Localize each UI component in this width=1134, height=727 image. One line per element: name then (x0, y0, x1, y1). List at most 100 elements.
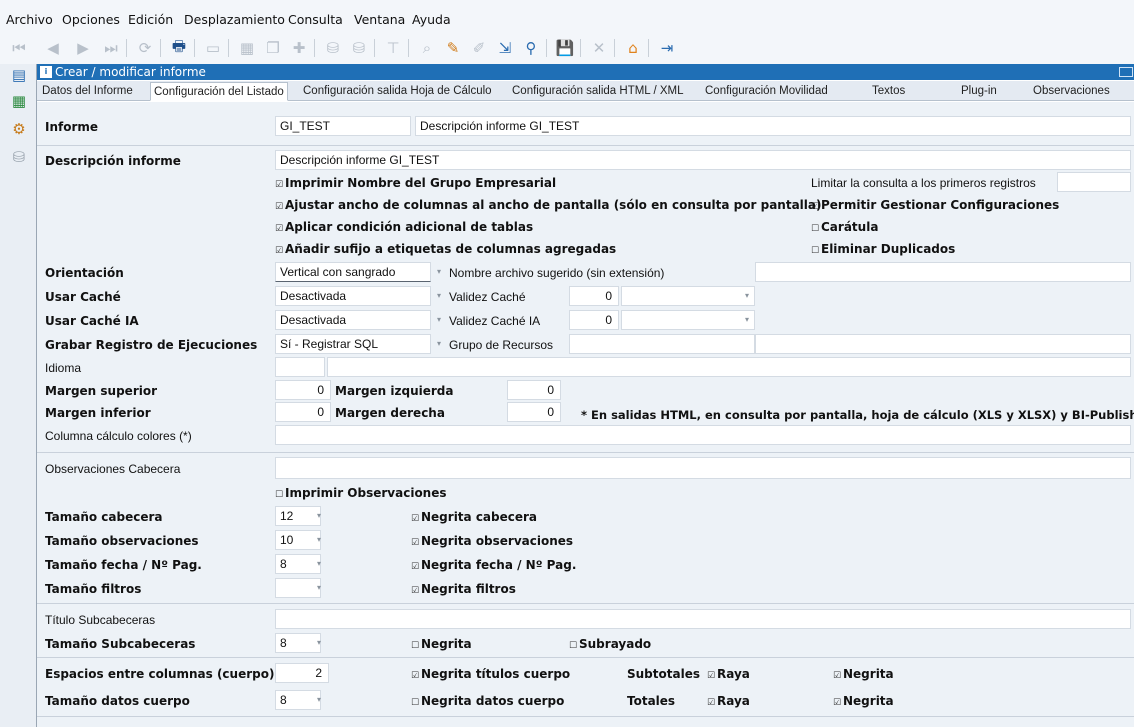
validez-cache-ia-unit-select[interactable] (621, 310, 755, 330)
limitar-field[interactable] (1057, 172, 1131, 192)
margen-inferior-field[interactable]: 0 (275, 402, 331, 422)
tamano-fecha-dropdown-icon[interactable]: ▾ (313, 554, 325, 574)
idioma-code-field[interactable] (275, 357, 325, 377)
menu-consulta[interactable]: Consulta (288, 12, 343, 27)
caratula-checkbox[interactable]: ☐ Carátula (811, 220, 878, 234)
tab-html-xml[interactable]: Configuración salida HTML / XML (512, 82, 684, 101)
descripcion-field[interactable]: Descripción informe GI_TEST (275, 150, 1131, 170)
next-record-icon[interactable]: ▶ (72, 37, 94, 59)
tamano-datos-dropdown-icon[interactable]: ▾ (313, 690, 325, 710)
database-alt-icon[interactable]: ⛁ (348, 37, 370, 59)
imprimir-nombre-checkbox[interactable]: ☑ Imprimir Nombre del Grupo Empresarial (275, 176, 556, 190)
informe-desc-field[interactable]: Descripción informe GI_TEST (415, 116, 1131, 136)
ajustar-checkbox[interactable]: ☑ Ajustar ancho de columnas al ancho de p… (275, 198, 821, 212)
aplicar-checkbox[interactable]: ☑ Aplicar condición adicional de tablas (275, 220, 533, 234)
pencil-icon[interactable]: ✎ (442, 37, 464, 59)
grabar-select[interactable]: Sí - Registrar SQL (275, 334, 431, 354)
obs-cabecera-field[interactable] (275, 457, 1131, 479)
exit-icon[interactable]: ⇥ (656, 37, 678, 59)
titulo-subcab-field[interactable] (275, 609, 1131, 629)
cache-ia-select[interactable]: Desactivada (275, 310, 431, 330)
search-icon[interactable]: ⌕ (416, 37, 438, 59)
recursos-desc-field[interactable] (755, 334, 1131, 354)
negrita-datos-checkbox[interactable]: ☐ Negrita datos cuerpo (411, 694, 564, 708)
menu-edicion[interactable]: Edición (128, 12, 173, 27)
tab-observaciones[interactable]: Observaciones (1033, 82, 1110, 101)
menu-opciones[interactable]: Opciones (62, 12, 120, 27)
validez-cache-unit-select[interactable] (621, 286, 755, 306)
copy-icon[interactable]: ❐ (262, 37, 284, 59)
cache-select[interactable]: Desactivada (275, 286, 431, 306)
menu-archivo[interactable]: Archivo (6, 12, 53, 27)
tab-configuracion-listado[interactable]: Configuración del Listado (150, 82, 288, 101)
grabar-dropdown-icon[interactable]: ▾ (433, 334, 445, 354)
totales-raya-checkbox[interactable]: ☑ Raya (707, 694, 750, 708)
menu-ayuda[interactable]: Ayuda (412, 12, 451, 27)
tab-hoja-calculo[interactable]: Configuración salida Hoja de Cálculo (303, 82, 492, 101)
eliminar-checkbox[interactable]: ☐ Eliminar Duplicados (811, 242, 955, 256)
first-record-icon[interactable]: ⏮ (8, 37, 30, 59)
idioma-desc-field[interactable] (327, 357, 1131, 377)
window-icon[interactable]: ▭ (202, 37, 224, 59)
validez-cache-field[interactable]: 0 (569, 286, 619, 306)
validez-cache-ia-dropdown-icon[interactable]: ▾ (741, 310, 753, 330)
tab-movilidad[interactable]: Configuración Movilidad (705, 82, 828, 101)
subrayado-subcab-checkbox[interactable]: ☐ Subrayado (569, 637, 651, 651)
database-icon[interactable]: ⛁ (322, 37, 344, 59)
menu-desplazamiento[interactable]: Desplazamiento (184, 12, 285, 27)
save-icon[interactable]: 💾 (554, 37, 576, 59)
tab-plugin[interactable]: Plug-in (961, 82, 997, 101)
home-icon[interactable]: ⌂ (622, 37, 644, 59)
zoom-icon[interactable]: ⚲ (520, 37, 542, 59)
tamano-subcab-dropdown-icon[interactable]: ▾ (313, 633, 325, 653)
negrita-obs-checkbox[interactable]: ☑ Negrita observaciones (411, 534, 573, 548)
negrita-titulos-checkbox[interactable]: ☑ Negrita títulos cuerpo (411, 667, 570, 681)
cache-ia-dropdown-icon[interactable]: ▾ (433, 310, 445, 330)
subtotales-raya-checkbox[interactable]: ☑ Raya (707, 667, 750, 681)
grid-icon[interactable]: ▦ (8, 90, 30, 112)
refresh-icon[interactable]: ⟳ (134, 37, 156, 59)
negrita-filtros-checkbox[interactable]: ☑ Negrita filtros (411, 582, 516, 596)
cache-dropdown-icon[interactable]: ▾ (433, 286, 445, 306)
tab-textos[interactable]: Textos (872, 82, 905, 101)
negrita-fecha-checkbox[interactable]: ☑ Negrita fecha / Nº Pag. (411, 558, 576, 572)
validez-cache-dropdown-icon[interactable]: ▾ (741, 286, 753, 306)
espacios-field[interactable]: 2 (275, 663, 329, 683)
margen-superior-field[interactable]: 0 (275, 380, 331, 400)
negrita-subcab-checkbox[interactable]: ☐ Negrita (411, 637, 472, 651)
export-doc-icon[interactable]: ▤ (8, 64, 30, 86)
delete-icon[interactable]: ✕ (588, 37, 610, 59)
orientacion-select[interactable]: Vertical con sangrado (275, 262, 431, 282)
print-icon[interactable]: 🖶 (168, 37, 190, 59)
link-icon[interactable]: ✐ (468, 37, 490, 59)
add-icon[interactable]: ✚ (288, 37, 310, 59)
negrita-cabecera-checkbox[interactable]: ☑ Negrita cabecera (411, 510, 537, 524)
colores-field[interactable] (275, 425, 1131, 445)
gears-icon[interactable]: ⚙ (8, 118, 30, 140)
subtotales-negrita-checkbox[interactable]: ☑ Negrita (833, 667, 894, 681)
menu-ventana[interactable]: Ventana (354, 12, 405, 27)
margen-superior-label: Margen superior (45, 384, 158, 398)
orientacion-dropdown-icon[interactable]: ▾ (433, 262, 445, 282)
informe-code-field[interactable]: GI_TEST (275, 116, 411, 136)
validez-cache-ia-field[interactable]: 0 (569, 310, 619, 330)
anadir-checkbox[interactable]: ☑ Añadir sufijo a etiquetas de columnas a… (275, 242, 616, 256)
archivo-field[interactable] (755, 262, 1131, 282)
recursos-code-field[interactable] (569, 334, 755, 354)
tamano-obs-dropdown-icon[interactable]: ▾ (313, 530, 325, 550)
last-record-icon[interactable]: ⏭ (100, 37, 122, 59)
previous-record-icon[interactable]: ◀ (42, 37, 64, 59)
imprimir-obs-checkbox[interactable]: ☐ Imprimir Observaciones (275, 486, 447, 500)
tab-datos-informe[interactable]: Datos del Informe (42, 82, 133, 101)
export-icon[interactable]: ⇲ (494, 37, 516, 59)
margen-izquierda-field[interactable]: 0 (507, 380, 561, 400)
tamano-cabecera-dropdown-icon[interactable]: ▾ (313, 506, 325, 526)
spreadsheet-icon[interactable]: ▦ (236, 37, 258, 59)
db-icon[interactable]: ⛁ (8, 146, 30, 168)
filter-icon[interactable]: ⊤ (382, 37, 404, 59)
margen-derecha-field[interactable]: 0 (507, 402, 561, 422)
tamano-filtros-dropdown-icon[interactable]: ▾ (313, 578, 325, 598)
window-maximize-icon[interactable] (1119, 67, 1133, 77)
totales-negrita-checkbox[interactable]: ☑ Negrita (833, 694, 894, 708)
permitir-checkbox[interactable]: ☑ Permitir Gestionar Configuraciones (811, 198, 1059, 212)
